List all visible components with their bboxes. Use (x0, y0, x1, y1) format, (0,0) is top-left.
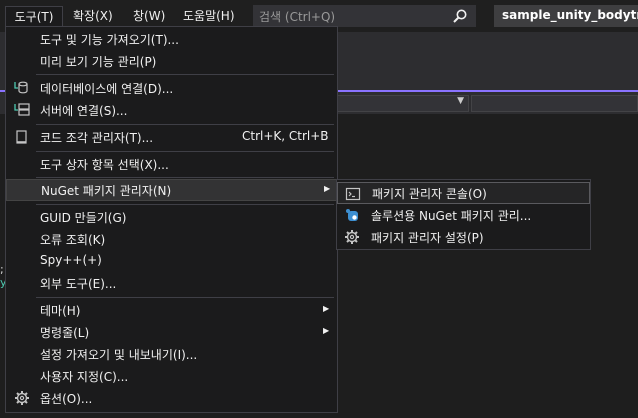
separator (36, 177, 334, 178)
separator (36, 74, 334, 75)
submenu-item-label: 패키지 관리자 설정(P) (371, 231, 484, 245)
scope-dropdown[interactable] (471, 95, 638, 112)
menu-help[interactable]: 도움말(H) (183, 6, 235, 26)
gear-icon (15, 391, 29, 405)
menu-tools[interactable]: 도구(T) (5, 6, 63, 26)
tools-menu: 도구 및 기능 가져오기(T)... 미리 보기 기능 관리(P) 데이터베이스… (5, 26, 338, 413)
gear-icon (345, 230, 359, 244)
menu-item-nuget[interactable]: NuGet 패키지 관리자(N) ▶ (6, 179, 337, 201)
submenu-item-package-settings[interactable]: 패키지 관리자 설정(P) (337, 226, 590, 248)
console-icon (345, 187, 361, 201)
menu-item-shortcut: Ctrl+K, Ctrl+B (242, 129, 329, 143)
database-connect-icon (14, 81, 28, 94)
menu-item-error-lookup[interactable]: 오류 조회(K) (6, 228, 337, 250)
menu-item-label: 설정 가져오기 및 내보내기(I)... (40, 348, 198, 362)
submenu-item-label: 솔루션용 NuGet 패키지 관리... (371, 209, 532, 223)
submenu-arrow-icon: ▶ (323, 304, 330, 313)
menu-item-spy[interactable]: Spy++(+) (6, 250, 337, 272)
code-fragment: ; (0, 263, 4, 276)
member-dropdown[interactable]: ▼ (336, 95, 469, 112)
menu-item-label: 코드 조각 관리자(T)... (40, 131, 154, 145)
menu-item-code-snippets[interactable]: 코드 조각 관리자(T)... Ctrl+K, Ctrl+B (6, 126, 337, 148)
server-connect-icon (14, 103, 30, 116)
menu-item-label: 사용자 지정(C)... (40, 370, 129, 384)
menu-item-get-tools[interactable]: 도구 및 기능 가져오기(T)... (6, 28, 337, 50)
separator (36, 151, 334, 152)
menu-item-label: 도구 및 기능 가져오기(T)... (40, 33, 179, 47)
search-box[interactable]: 검색 (Ctrl+Q) (253, 5, 476, 27)
menu-tools-label: 도구(T) (14, 10, 54, 24)
menu-item-label: 테마(H) (40, 304, 81, 318)
menu-item-label: 도구 상자 항목 선택(X)... (40, 158, 169, 172)
menu-item-label: 외부 도구(E)... (40, 277, 117, 291)
search-icon (453, 9, 467, 23)
menu-item-label: 오류 조회(K) (40, 233, 106, 247)
submenu-item-package-console[interactable]: 패키지 관리자 콘솔(O) (337, 182, 590, 204)
menu-item-label: GUID 만들기(G) (40, 211, 127, 225)
menu-item-label: 옵션(O)... (40, 392, 93, 406)
search-placeholder: 검색 (Ctrl+Q) (259, 10, 336, 24)
nuget-submenu: 패키지 관리자 콘솔(O) 솔루션용 NuGet 패키지 관리... 패키지 관… (336, 179, 591, 250)
project-title: sample_unity_bodytrack (494, 5, 638, 27)
menu-item-theme[interactable]: 테마(H) ▶ (6, 299, 337, 321)
menu-item-label: 서버에 연결(S)... (40, 104, 128, 118)
menu-item-command-line[interactable]: 명령줄(L) ▶ (6, 321, 337, 343)
menu-item-options[interactable]: 옵션(O)... (6, 387, 337, 409)
separator (36, 204, 334, 205)
menu-item-customize[interactable]: 사용자 지정(C)... (6, 365, 337, 387)
menu-item-connect-database[interactable]: 데이터베이스에 연결(D)... (6, 77, 337, 99)
submenu-item-label: 패키지 관리자 콘솔(O) (372, 187, 487, 201)
menu-window[interactable]: 창(W) (133, 6, 165, 26)
menu-item-connect-server[interactable]: 서버에 연결(S)... (6, 99, 337, 121)
code-snippet-icon (16, 130, 27, 144)
menu-extensions[interactable]: 확장(X) (73, 6, 113, 26)
menu-item-label: 데이터베이스에 연결(D)... (40, 82, 174, 96)
separator (36, 297, 334, 298)
menu-item-label: 미리 보기 기능 관리(P) (40, 55, 157, 69)
menu-item-create-guid[interactable]: GUID 만들기(G) (6, 206, 337, 228)
submenu-arrow-icon: ▶ (323, 326, 330, 335)
menu-item-label: NuGet 패키지 관리자(N) (41, 184, 172, 198)
submenu-item-manage-nuget[interactable]: 솔루션용 NuGet 패키지 관리... (337, 204, 590, 226)
menu-item-label: 명령줄(L) (40, 326, 90, 340)
menu-item-label: Spy++(+) (40, 253, 102, 267)
nuget-icon (346, 209, 358, 221)
menu-item-preview-features[interactable]: 미리 보기 기능 관리(P) (6, 50, 337, 72)
menu-item-external-tools[interactable]: 외부 도구(E)... (6, 272, 337, 294)
project-name: sample_unity_bodytrack (502, 8, 638, 22)
menu-item-toolbox-items[interactable]: 도구 상자 항목 선택(X)... (6, 153, 337, 175)
menu-item-import-export-settings[interactable]: 설정 가져오기 및 내보내기(I)... (6, 343, 337, 365)
separator (36, 124, 334, 125)
submenu-arrow-icon: ▶ (324, 184, 331, 193)
chevron-down-icon: ▼ (457, 96, 464, 106)
